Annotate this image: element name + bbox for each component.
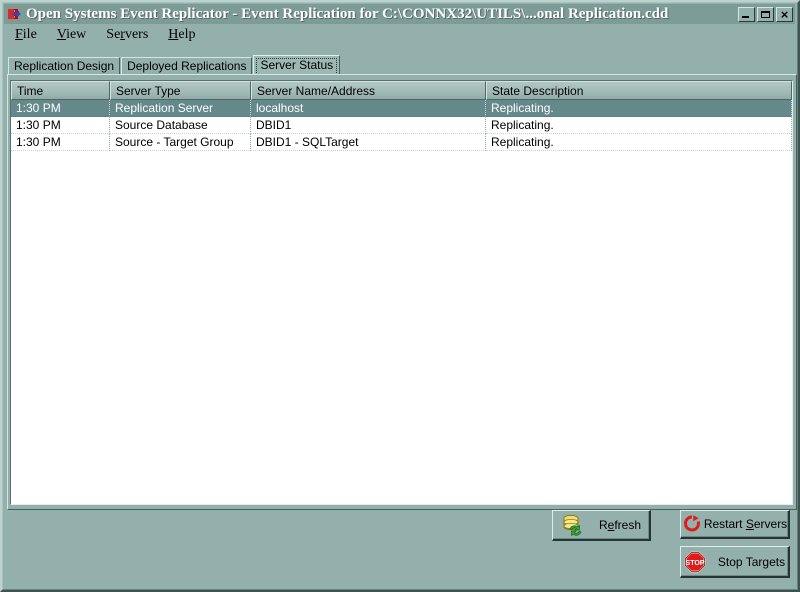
window-title: Open Systems Event Replicator - Event Re… <box>26 4 738 24</box>
cell-r1-c2: DBID1 <box>251 117 486 134</box>
column-header-3[interactable]: State Description <box>486 81 792 100</box>
list-header: TimeServer TypeServer Name/AddressState … <box>11 81 792 100</box>
table-row[interactable]: 1:30 PMSource - Target GroupDBID1 - SQLT… <box>11 134 792 151</box>
menu-item-help[interactable]: Help <box>158 26 205 44</box>
column-header-2[interactable]: Server Name/Address <box>251 81 486 100</box>
stop-targets-button[interactable]: STOP Stop Targets <box>680 546 790 578</box>
table-row[interactable]: 1:30 PMReplication ServerlocalhostReplic… <box>11 100 792 117</box>
cell-r0-c2: localhost <box>251 100 486 117</box>
menu-bar: File View Servers Help <box>5 26 794 44</box>
svg-text:STOP: STOP <box>685 560 704 567</box>
cell-r1-c3: Replicating. <box>486 117 792 134</box>
cell-r2-c3: Replicating. <box>486 134 792 151</box>
menu-item-file[interactable]: File <box>5 26 47 44</box>
cell-r1-c0: 1:30 PM <box>11 117 110 134</box>
refresh-button[interactable]: Refresh <box>552 510 651 541</box>
menu-item-servers[interactable]: Servers <box>96 26 158 44</box>
tab-focus-ring <box>256 58 337 75</box>
stop-targets-button-label: Stop Targets <box>718 555 785 569</box>
tab-replication-design[interactable]: Replication Design <box>8 57 120 75</box>
table-row[interactable]: 1:30 PMSource DatabaseDBID1Replicating. <box>11 117 792 134</box>
tab-deployed-replications[interactable]: Deployed Replications <box>121 57 252 75</box>
minimize-button[interactable] <box>738 7 755 22</box>
tab-server-status[interactable]: Server Status <box>253 55 340 75</box>
cell-r2-c1: Source - Target Group <box>110 134 251 151</box>
column-header-0[interactable]: Time <box>11 81 110 100</box>
maximize-button[interactable] <box>757 7 774 22</box>
server-status-list[interactable]: TimeServer TypeServer Name/AddressState … <box>10 80 793 505</box>
cell-r0-c0: 1:30 PM <box>11 100 110 117</box>
menu-item-view[interactable]: View <box>47 26 97 44</box>
cell-r0-c1: Replication Server <box>110 100 251 117</box>
restart-servers-button[interactable]: Restart Servers <box>680 510 790 539</box>
title-bar[interactable]: Open Systems Event Replicator - Event Re… <box>4 4 795 24</box>
list-body: 1:30 PMReplication ServerlocalhostReplic… <box>11 100 792 151</box>
column-header-1[interactable]: Server Type <box>110 81 251 100</box>
stop-sign-icon: STOP <box>684 551 706 573</box>
cell-r2-c0: 1:30 PM <box>11 134 110 151</box>
application-window: Open Systems Event Replicator - Event Re… <box>0 0 800 592</box>
database-refresh-icon <box>561 514 585 536</box>
circular-arrow-icon <box>682 514 702 534</box>
tab-strip: Replication Design Deployed Replications… <box>8 55 794 75</box>
cell-r0-c3: Replicating. <box>486 100 792 117</box>
cell-r2-c2: DBID1 - SQLTarget <box>251 134 486 151</box>
replicator-icon <box>6 6 22 22</box>
cell-r1-c1: Source Database <box>110 117 251 134</box>
restart-servers-button-label: Restart Servers <box>704 517 787 531</box>
close-button[interactable] <box>776 7 793 22</box>
refresh-button-label: Refresh <box>599 518 641 532</box>
